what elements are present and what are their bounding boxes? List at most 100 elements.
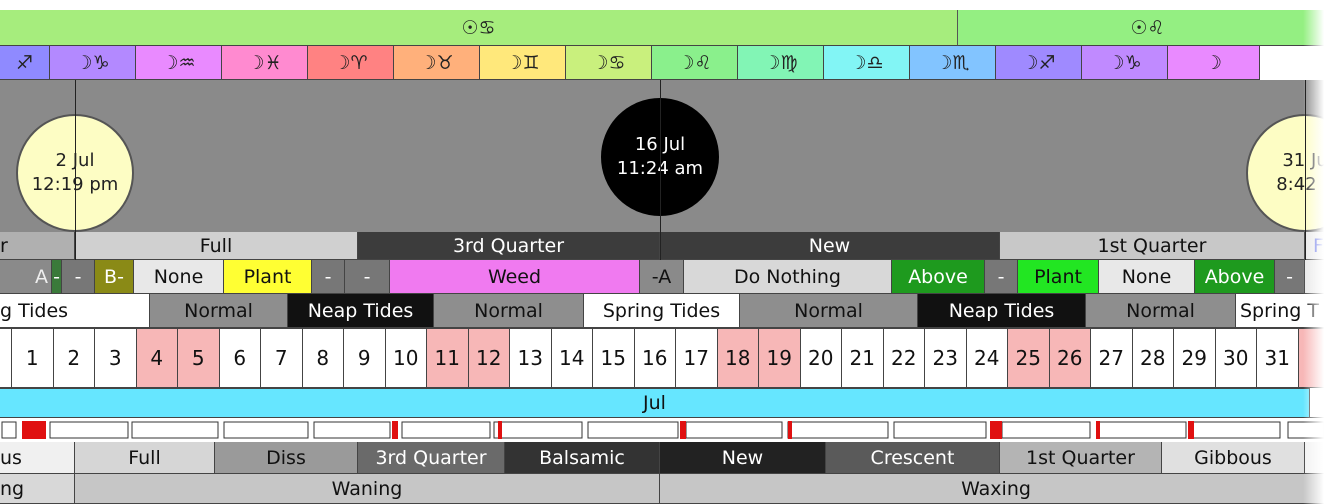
- day-cell[interactable]: 20: [800, 328, 842, 388]
- activity-cell: None: [1099, 260, 1195, 294]
- wax-wane-cell: Waxing: [660, 474, 1333, 504]
- moon-sign-cell: ☽♒: [136, 46, 222, 80]
- waxing-waning-row: ng Waning Waxing: [0, 474, 1333, 504]
- day-cell[interactable]: 6: [219, 328, 261, 388]
- tick-box: [49, 421, 129, 439]
- moon-sign-cell: ☽♎: [824, 46, 910, 80]
- tide-cell: g Tides: [0, 294, 150, 328]
- activity-cell: -A: [640, 260, 684, 294]
- day-cell[interactable]: 25: [1008, 328, 1050, 388]
- lunation-cell: 1st Quarter: [1000, 442, 1162, 474]
- lunation-cell: Balsamic: [505, 442, 660, 474]
- activity-cell: B-: [95, 260, 134, 294]
- tick-box: [1001, 421, 1091, 439]
- day-cell[interactable]: 17: [676, 328, 718, 388]
- tick-box: [685, 421, 783, 439]
- day-cell[interactable]: 16: [634, 328, 676, 388]
- lunation-cell: Gibbous: [1162, 442, 1305, 474]
- day-cell[interactable]: 2: [53, 328, 95, 388]
- tick-box: [1287, 421, 1325, 439]
- activity-cell: Above: [892, 260, 985, 294]
- day-cell[interactable]: 10: [385, 328, 427, 388]
- sun-sign-cell: ☉♋: [0, 10, 958, 46]
- tick-box: [313, 421, 391, 439]
- day-tick-row: [0, 418, 1333, 442]
- day-cell[interactable]: 28: [1132, 328, 1174, 388]
- lunation-phase-row: us Full Diss 3rd Quarter Balsamic New Crescent…: [0, 442, 1333, 474]
- day-cell[interactable]: 27: [1091, 328, 1133, 388]
- day-cell[interactable]: 24: [966, 328, 1008, 388]
- day-tick-marks: [1, 421, 1325, 439]
- day-cell[interactable]: 9: [344, 328, 386, 388]
- activity-cell: -: [345, 260, 390, 294]
- day-cell[interactable]: 13: [510, 328, 552, 388]
- lunation-cell: 3rd Quarter: [358, 442, 505, 474]
- wax-wane-cell: Waning: [75, 474, 660, 504]
- wax-wane-cell: ng: [0, 474, 75, 504]
- lunation-cell: Full: [75, 442, 215, 474]
- activity-cell: Plant: [224, 260, 312, 294]
- top-margin: [0, 0, 1333, 10]
- moon-phase-cell: r: [0, 232, 75, 260]
- day-cell: [0, 328, 12, 388]
- lunar-calendar: ☉♋ ☉♌ ♐ ☽♑ ☽♒ ☽♓ ☽♈ ☽♉ ☽♊ ☽♋ ☽♌ ☽♍ ☽♎ ☽♏ ☽♐ ☽♑ ☽ 2 Jul 1…: [0, 0, 1333, 504]
- tide-cell: Neap Tides: [918, 294, 1086, 328]
- today-marker: [1328, 48, 1330, 274]
- month-row: Jul: [0, 388, 1333, 418]
- tick-box: [493, 421, 583, 439]
- day-cell[interactable]: 22: [883, 328, 925, 388]
- day-cell[interactable]: 30: [1215, 328, 1257, 388]
- tide-cell: Normal: [1086, 294, 1236, 328]
- moon-phase-cell: 3rd Quarter: [358, 232, 660, 260]
- day-cell[interactable]: 21: [842, 328, 884, 388]
- tide-cell: Spring T: [1236, 294, 1333, 328]
- day-cell[interactable]: 29: [1174, 328, 1216, 388]
- day-cell[interactable]: 11: [427, 328, 469, 388]
- tick-box: [131, 421, 219, 439]
- activity-cell: A: [0, 260, 52, 294]
- lunation-cell: [1305, 442, 1333, 474]
- sun-sign-cell: ☉♌: [958, 10, 1333, 46]
- tick-box: [1, 421, 17, 439]
- moon-sign-cell: ☽: [1168, 46, 1260, 80]
- day-cell[interactable]: 19: [759, 328, 801, 388]
- event-marker: [498, 421, 502, 439]
- activity-cell: Above: [1195, 260, 1275, 294]
- day-cell[interactable]: 31: [1257, 328, 1299, 388]
- tick-box: [893, 421, 987, 439]
- activity-cell: Plant: [1018, 260, 1099, 294]
- activity-cell: None: [134, 260, 224, 294]
- day-cell[interactable]: 14: [551, 328, 593, 388]
- moon-sign-cell: ☽♏: [910, 46, 996, 80]
- day-cell[interactable]: 18: [717, 328, 759, 388]
- tick-box: [1097, 421, 1187, 439]
- day-number-row: 1 2 3 4 5 6 7 8 9 10 11 12 13 14 15 16 17 18 19 20 21 22 23 24 2…: [0, 328, 1333, 388]
- day-cell[interactable]: 8: [302, 328, 344, 388]
- day-cell[interactable]: 15: [593, 328, 635, 388]
- tide-row: g Tides Normal Neap Tides Normal Spring Tide…: [0, 294, 1333, 328]
- moon-sign-cell: ☽♓: [222, 46, 308, 80]
- day-cell[interactable]: 12: [468, 328, 510, 388]
- day-cell[interactable]: 5: [178, 328, 220, 388]
- tide-cell: Spring Tides: [584, 294, 740, 328]
- event-marker: [788, 421, 792, 439]
- activity-cell: -: [985, 260, 1018, 294]
- activity-row: A - - B- None Plant - - Weed -A Do Nothing Above - Pl…: [0, 260, 1333, 294]
- day-cell[interactable]: 7: [261, 328, 303, 388]
- event-marker: [680, 421, 686, 439]
- day-cell[interactable]: 1: [12, 328, 54, 388]
- moon-sign-cell: ♐: [0, 46, 50, 80]
- day-cell[interactable]: 3: [95, 328, 137, 388]
- lunation-cell: Diss: [215, 442, 358, 474]
- day-cell[interactable]: 23: [925, 328, 967, 388]
- day-cell[interactable]: 26: [1049, 328, 1091, 388]
- event-marker: [22, 421, 46, 439]
- sun-sign-row: ☉♋ ☉♌: [0, 10, 1333, 46]
- lunation-cell: New: [660, 442, 826, 474]
- lunation-cell: us: [0, 442, 75, 474]
- activity-cell: -: [52, 260, 62, 294]
- tick-box: [401, 421, 491, 439]
- day-cell[interactable]: 4: [136, 328, 178, 388]
- moon-sign-row: ♐ ☽♑ ☽♒ ☽♓ ☽♈ ☽♉ ☽♊ ☽♋ ☽♌ ☽♍ ☽♎ ☽♏ ☽♐ ☽♑ ☽: [0, 46, 1333, 80]
- moon-sign-cell: ☽♌: [652, 46, 738, 80]
